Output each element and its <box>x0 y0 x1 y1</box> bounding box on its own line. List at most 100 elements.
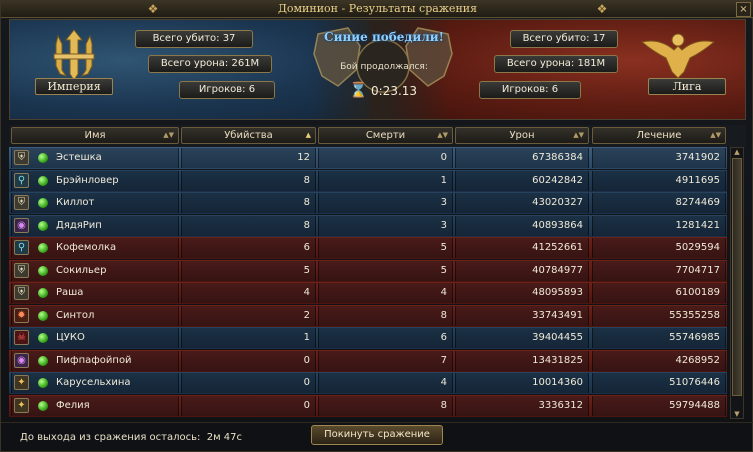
deaths-value: 0 <box>440 152 447 163</box>
online-status-icon <box>38 221 48 231</box>
healing-value: 55746985 <box>669 332 720 343</box>
kills-value: 0 <box>303 377 310 388</box>
exit-countdown: До выхода из сражения осталось: 2м 47с <box>20 432 242 443</box>
healing-value: 7704717 <box>675 265 720 276</box>
exit-countdown-label: До выхода из сражения осталось: <box>20 432 201 443</box>
table-body: ⛨ Эстешка 12 0 67386384 3741902 ⚲ Брэйнловер 8 1 6… <box>9 147 727 419</box>
kills-value: 2 <box>303 310 310 321</box>
winner-banner: Синие победили! <box>324 30 444 44</box>
scroll-thumb[interactable] <box>732 158 742 396</box>
empire-emblem-icon <box>53 29 95 81</box>
online-status-icon <box>38 401 48 411</box>
scroll-up-icon[interactable]: ▲ <box>732 148 742 156</box>
kills-value: 4 <box>303 287 310 298</box>
healing-value: 6100189 <box>675 287 720 298</box>
healing-value: 5029594 <box>675 242 720 253</box>
shield-icon: ⛨ <box>14 150 29 165</box>
online-status-icon <box>38 198 48 208</box>
table-row[interactable]: ☠ ЦУКО 1 6 39404455 55746985 <box>9 327 727 349</box>
results-header: Империя Всего убито: 37 Всего урона: 261… <box>9 19 746 120</box>
table-header: Имя ▲▼ Убийства ▲ Смерти ▲▼ Урон ▲▼ Лече… <box>9 125 746 147</box>
player-name: Фелия <box>56 400 90 411</box>
kills-value: 5 <box>303 265 310 276</box>
damage-value: 43020327 <box>532 197 583 208</box>
shield-icon: ⛨ <box>14 263 29 278</box>
flame-icon: ✹ <box>14 308 29 323</box>
kills-value: 0 <box>303 400 310 411</box>
online-status-icon <box>38 333 48 343</box>
deaths-value: 5 <box>440 265 447 276</box>
staff-icon: ⚲ <box>14 240 29 255</box>
kills-value: 8 <box>303 175 310 186</box>
healing-value: 3741902 <box>675 152 720 163</box>
kills-value: 12 <box>297 152 310 163</box>
column-header-deaths[interactable]: Смерти ▲▼ <box>318 127 453 144</box>
healing-value: 59794488 <box>669 400 720 411</box>
table-row[interactable]: ◉ Пифпафойпой 0 7 13431825 4268952 <box>9 350 727 372</box>
table-row[interactable]: ◉ ДядяРип 8 3 40893864 1281421 <box>9 215 727 237</box>
star-icon: ✦ <box>14 375 29 390</box>
online-status-icon <box>38 356 48 366</box>
damage-value: 67386384 <box>532 152 583 163</box>
eye-icon: ◉ <box>14 353 29 368</box>
deaths-value: 4 <box>440 377 447 388</box>
damage-value: 39404455 <box>532 332 583 343</box>
skull-icon: ☠ <box>14 330 29 345</box>
deaths-value: 3 <box>440 197 447 208</box>
table-row[interactable]: ⚲ Брэйнловер 8 1 60242842 4911695 <box>9 170 727 192</box>
player-name: Раша <box>56 287 84 298</box>
deaths-value: 4 <box>440 287 447 298</box>
blue-players-count: Игроков: 6 <box>179 81 275 99</box>
table-row[interactable]: ✹ Синтол 2 8 33743491 55355258 <box>9 305 727 327</box>
player-name: Карусельхина <box>56 377 131 388</box>
player-name: Кофемолка <box>56 242 117 253</box>
damage-value: 40893864 <box>532 220 583 231</box>
blue-total-damage: Всего урона: 261M <box>148 55 272 73</box>
player-name: Эстешка <box>56 152 102 163</box>
column-header-healing[interactable]: Лечение ▲▼ <box>592 127 726 144</box>
blue-total-killed: Всего убито: 37 <box>135 30 253 48</box>
online-status-icon <box>38 266 48 276</box>
kills-value: 0 <box>303 355 310 366</box>
online-status-icon <box>38 243 48 253</box>
online-status-icon <box>38 378 48 388</box>
red-players-count: Игроков: 6 <box>479 81 581 99</box>
column-header-damage[interactable]: Урон ▲▼ <box>455 127 589 144</box>
table-row[interactable]: ⛨ Раша 4 4 48095893 6100189 <box>9 282 727 304</box>
online-status-icon <box>38 288 48 298</box>
table-row[interactable]: ✦ Карусельхина 0 4 10014360 51076446 <box>9 372 727 394</box>
window-title: Доминион - Результаты сражения <box>277 2 478 15</box>
scroll-down-icon[interactable]: ▼ <box>732 410 742 418</box>
damage-value: 33743491 <box>532 310 583 321</box>
table-row[interactable]: ✦ Фелия 0 8 3336312 59794488 <box>9 395 727 417</box>
table-row[interactable]: ⛨ Сокильер 5 5 40784977 7704717 <box>9 260 727 282</box>
table-scrollbar[interactable]: ▲ ▼ <box>730 147 744 419</box>
title-ornament-right-icon: ❖ <box>596 2 608 16</box>
healing-value: 8274469 <box>675 197 720 208</box>
league-emblem-icon <box>640 33 716 79</box>
damage-value: 41252661 <box>532 242 583 253</box>
title-bar: ❖ Доминион - Результаты сражения ❖ × <box>1 1 753 18</box>
column-header-kills-label: Убийства <box>224 130 273 141</box>
table-row[interactable]: ⛨ Киллот 8 3 43020327 8274469 <box>9 192 727 214</box>
table-row[interactable]: ⚲ Кофемолка 6 5 41252661 5029594 <box>9 237 727 259</box>
table-row[interactable]: ⛨ Эстешка 12 0 67386384 3741902 <box>9 147 727 169</box>
kills-value: 1 <box>303 332 310 343</box>
column-header-kills[interactable]: Убийства ▲ <box>181 127 316 144</box>
battle-duration-label: Бой продолжался: <box>340 62 428 72</box>
deaths-value: 3 <box>440 220 447 231</box>
star-icon: ✦ <box>14 398 29 413</box>
close-button[interactable]: × <box>736 2 751 17</box>
sort-icon: ▲▼ <box>437 131 448 139</box>
player-name: ДядяРип <box>56 220 102 231</box>
player-name: ЦУКО <box>56 332 85 343</box>
deaths-value: 7 <box>440 355 447 366</box>
player-name: Киллот <box>56 197 95 208</box>
healing-value: 1281421 <box>675 220 720 231</box>
healing-value: 4268952 <box>675 355 720 366</box>
column-header-name[interactable]: Имя ▲▼ <box>11 127 179 144</box>
leave-battle-button[interactable]: Покинуть сражение <box>311 425 443 445</box>
battle-results-window: ❖ Доминион - Результаты сражения ❖ × Имп… <box>0 0 753 452</box>
blue-faction-name: Империя <box>35 78 113 95</box>
online-status-icon <box>38 176 48 186</box>
